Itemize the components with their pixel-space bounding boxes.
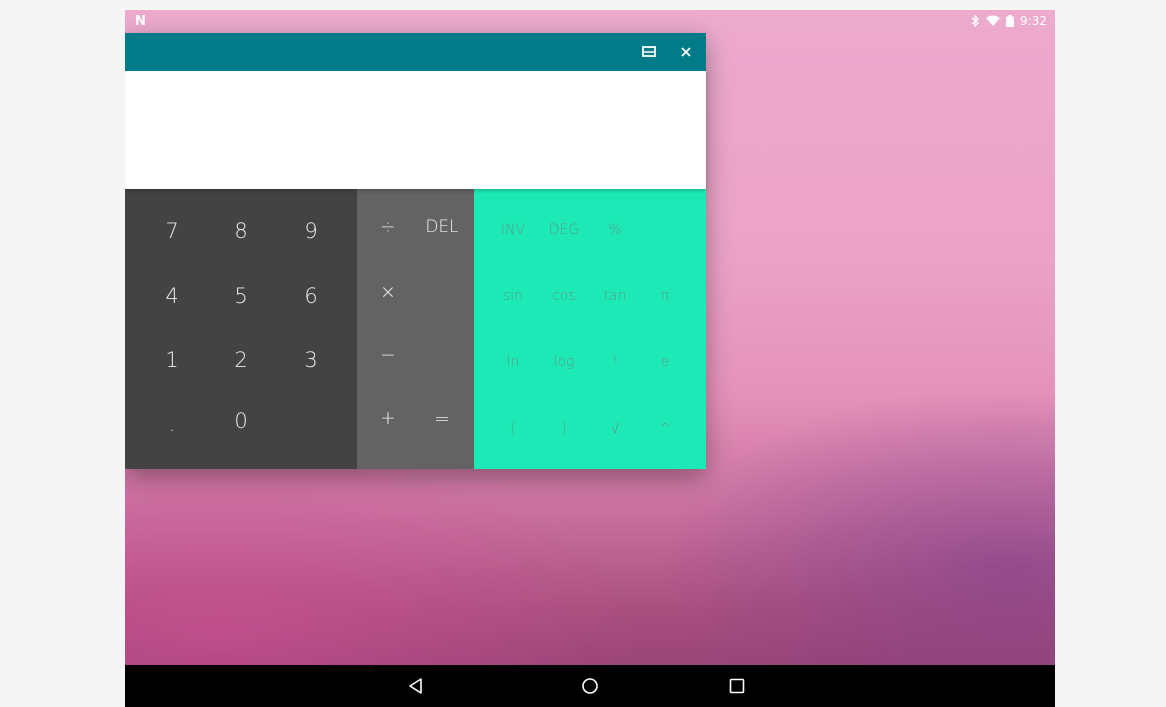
bluetooth-icon	[971, 15, 980, 27]
key-ln[interactable]: ln	[507, 354, 520, 370]
key-pi[interactable]: π	[661, 288, 669, 304]
key-add[interactable]: +	[380, 407, 396, 429]
key-8[interactable]: 8	[234, 219, 247, 243]
key-divide[interactable]: ÷	[380, 216, 396, 238]
key-log[interactable]: log	[554, 354, 575, 370]
calculator-display[interactable]	[125, 71, 706, 189]
key-4[interactable]: 4	[165, 284, 178, 308]
key-2[interactable]: 2	[234, 348, 247, 372]
key-sqrt[interactable]: √	[611, 421, 619, 438]
key-1[interactable]: 1	[165, 348, 178, 372]
status-bar: N 9:32	[125, 10, 1055, 34]
navigation-bar	[125, 665, 1055, 707]
title-bar[interactable]	[125, 33, 706, 71]
key-multiply[interactable]: ×	[380, 281, 396, 303]
wifi-icon	[986, 15, 1001, 26]
notification-icon: N	[135, 14, 146, 29]
back-icon[interactable]	[407, 677, 425, 695]
calculator-window[interactable]: 7 8 9 4 5 6 1 2 3 . 0 ÷ DEL × − + = INV …	[125, 33, 706, 469]
key-power[interactable]: ^	[659, 421, 671, 437]
battery-icon	[1006, 15, 1015, 27]
key-inv[interactable]: INV	[501, 222, 525, 238]
key-e[interactable]: e	[661, 354, 670, 370]
close-icon[interactable]	[676, 42, 696, 62]
key-delete[interactable]: DEL	[425, 217, 458, 237]
screen: N 9:32 7 8 9 4 5 6 1 2 3 . 0 ÷ DEL × − +…	[125, 10, 1055, 707]
key-cos[interactable]: cos	[552, 288, 576, 304]
maximize-icon[interactable]	[639, 42, 659, 62]
advanced-pad: INV DEG % sin cos tan π ln log ! e ( ) √…	[474, 189, 706, 469]
key-deg[interactable]: DEG	[549, 222, 579, 238]
key-0[interactable]: 0	[234, 409, 247, 433]
key-left-paren[interactable]: (	[510, 421, 515, 437]
operator-pad: ÷ DEL × − + =	[357, 189, 474, 469]
key-tan[interactable]: tan	[604, 288, 627, 304]
key-9[interactable]: 9	[304, 219, 317, 243]
keypad: 7 8 9 4 5 6 1 2 3 . 0 ÷ DEL × − + = INV …	[125, 189, 706, 469]
recents-icon[interactable]	[728, 677, 746, 695]
home-icon[interactable]	[581, 677, 599, 695]
number-pad: 7 8 9 4 5 6 1 2 3 . 0	[125, 189, 357, 469]
key-percent[interactable]: %	[608, 222, 621, 238]
key-7[interactable]: 7	[165, 219, 178, 243]
key-decimal[interactable]: .	[169, 412, 176, 436]
key-subtract[interactable]: −	[380, 344, 396, 366]
key-equals[interactable]: =	[434, 408, 450, 430]
key-5[interactable]: 5	[234, 284, 247, 308]
key-sin[interactable]: sin	[503, 288, 523, 304]
key-factorial[interactable]: !	[612, 354, 618, 370]
clock: 9:32	[1020, 14, 1047, 28]
key-3[interactable]: 3	[304, 348, 317, 372]
key-6[interactable]: 6	[304, 284, 317, 308]
key-right-paren[interactable]: )	[561, 421, 566, 437]
status-icons: 9:32	[970, 14, 1047, 28]
